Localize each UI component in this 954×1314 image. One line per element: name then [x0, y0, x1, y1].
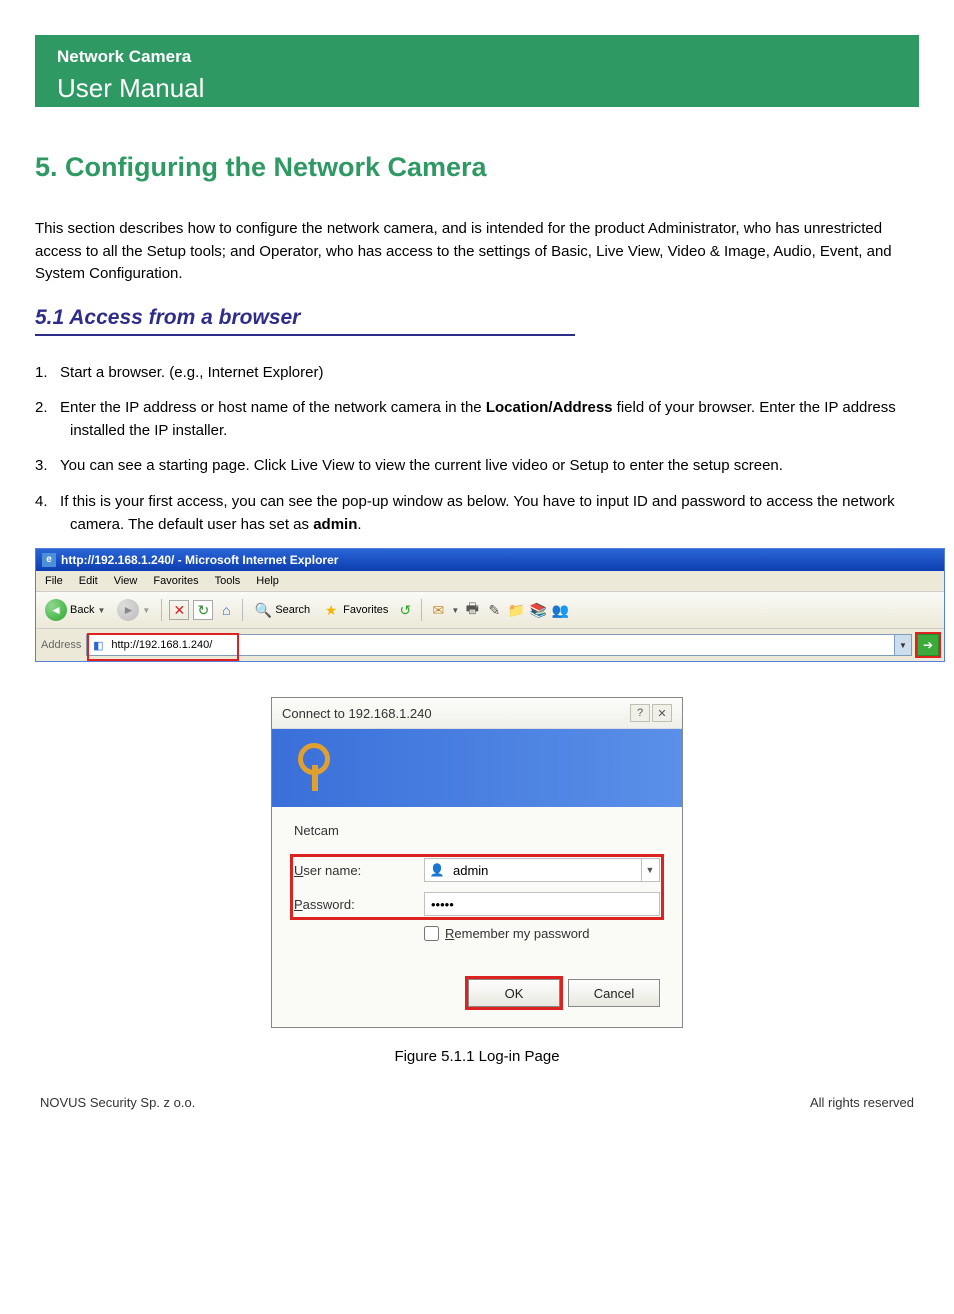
username-combo[interactable]: 👤 ▼	[424, 858, 660, 882]
print-icon[interactable]: 🖶	[463, 601, 481, 619]
go-button[interactable]: ➔	[917, 634, 939, 656]
footer-left: NOVUS Security Sp. z o.o.	[40, 1095, 195, 1110]
menu-edit[interactable]: Edit	[75, 573, 102, 589]
username-label: User name:	[294, 863, 424, 878]
footer-right: All rights reserved	[810, 1095, 914, 1110]
refresh-icon[interactable]: ↻	[193, 600, 213, 620]
banner-bottom: User Manual	[57, 73, 897, 104]
browser-title-bar: e http://192.168.1.240/ - Microsoft Inte…	[36, 549, 944, 571]
menu-favorites[interactable]: Favorites	[149, 573, 202, 589]
username-row: User name: 👤 ▼	[294, 858, 660, 882]
menu-help[interactable]: Help	[252, 573, 283, 589]
step-num-3: 3.	[35, 457, 48, 474]
step-2-prefix: Enter the IP address or host name of the…	[60, 399, 486, 416]
back-button[interactable]: ◄ Back ▼	[41, 597, 109, 623]
search-icon: 🔍	[254, 601, 272, 619]
step-num-1: 1.	[35, 364, 48, 381]
username-input[interactable]	[451, 862, 641, 879]
dialog-body: Netcam User name: 👤 ▼ Password:	[272, 807, 682, 1027]
history-icon[interactable]: ↺	[396, 601, 414, 619]
go-highlight	[915, 632, 941, 658]
address-label: Address	[41, 639, 81, 651]
auth-dialog: Connect to 192.168.1.240 ? ✕ Netcam User…	[271, 697, 683, 1028]
mail-icon[interactable]: ✉	[429, 601, 447, 619]
chapter-title: 5. Configuring the Network Camera	[35, 152, 919, 183]
remember-label: Remember my password	[445, 926, 590, 941]
ok-label: OK	[505, 986, 524, 1001]
address-dropdown-icon[interactable]: ▼	[894, 635, 911, 655]
search-button[interactable]: 🔍 Search	[250, 599, 314, 621]
ok-button[interactable]: OK	[468, 979, 560, 1007]
dialog-title-bar: Connect to 192.168.1.240 ? ✕	[272, 698, 682, 729]
step-text-3: You can see a starting page. Click Live …	[60, 457, 783, 474]
help-button[interactable]: ?	[630, 704, 650, 722]
step-4-prefix: If this is your first access, you can se…	[60, 493, 895, 533]
mail-dropdown-icon: ▼	[451, 606, 459, 615]
forward-dropdown-icon: ▼	[142, 606, 150, 615]
menu-view[interactable]: View	[110, 573, 142, 589]
menu-tools[interactable]: Tools	[211, 573, 245, 589]
page-icon: ◧	[90, 637, 106, 653]
cancel-label: Cancel	[594, 986, 634, 1001]
step-4: 4. If this is your first access, you can…	[35, 490, 919, 537]
browser-title-text: http://192.168.1.240/ - Microsoft Intern…	[61, 553, 338, 567]
banner: Network Camera User Manual	[35, 35, 919, 107]
step-1: 1. Start a browser. (e.g., Internet Expl…	[35, 361, 919, 384]
forward-icon: ►	[117, 599, 139, 621]
toolbar-separator-2	[242, 599, 243, 621]
step-text-1: Start a browser. (e.g., Internet Explore…	[60, 364, 323, 381]
home-icon[interactable]: ⌂	[217, 601, 235, 619]
toolbar-separator	[161, 599, 162, 621]
folder-icon[interactable]: 📁	[507, 601, 525, 619]
footer: NOVUS Security Sp. z o.o. All rights res…	[35, 1095, 919, 1110]
username-dropdown-icon[interactable]: ▼	[641, 859, 658, 881]
dialog-buttons: OK Cancel	[294, 979, 660, 1007]
realm-label: Netcam	[294, 823, 660, 838]
figure-caption: Figure 5.1.1 Log-in Page	[35, 1048, 919, 1065]
back-label: Back	[70, 604, 94, 616]
intro-paragraph: This section describes how to configure …	[35, 218, 919, 286]
browser-screenshot: e http://192.168.1.240/ - Microsoft Inte…	[35, 548, 945, 662]
back-dropdown-icon: ▼	[97, 606, 105, 615]
person-icon: 👤	[429, 862, 445, 878]
password-label: Password:	[294, 897, 424, 912]
address-input[interactable]	[109, 638, 894, 652]
menu-file[interactable]: File	[41, 573, 67, 589]
search-label: Search	[275, 604, 310, 616]
star-icon: ★	[322, 601, 340, 619]
step-2: 2. Enter the IP address or host name of …	[35, 396, 919, 443]
dialog-banner	[272, 729, 682, 807]
step-num-4: 4.	[35, 493, 48, 510]
remember-checkbox[interactable]	[424, 926, 439, 941]
cancel-button[interactable]: Cancel	[568, 979, 660, 1007]
toolbar: ◄ Back ▼ ► ▼ ✕ ↻ ⌂ 🔍 Search ★ Favorites …	[36, 592, 944, 629]
favorites-button[interactable]: ★ Favorites	[318, 599, 392, 621]
research-icon[interactable]: 📚	[529, 601, 547, 619]
back-icon: ◄	[45, 599, 67, 621]
password-input[interactable]	[429, 896, 655, 913]
stop-icon[interactable]: ✕	[169, 600, 189, 620]
ie-icon: e	[42, 553, 56, 567]
step-4-suffix: .	[357, 516, 361, 533]
step-3: 3. You can see a starting page. Click Li…	[35, 454, 919, 477]
close-button[interactable]: ✕	[652, 704, 672, 722]
forward-button[interactable]: ► ▼	[113, 597, 154, 623]
step-2-bold: Location/Address	[486, 399, 613, 416]
banner-top: Network Camera	[57, 47, 897, 67]
favorites-label: Favorites	[343, 604, 388, 616]
edit-icon[interactable]: ✎	[485, 601, 503, 619]
password-field[interactable]	[424, 892, 660, 916]
password-row: Password:	[294, 892, 660, 916]
section-heading: 5.1 Access from a browser	[35, 306, 575, 336]
step-4-bold: admin	[313, 516, 357, 533]
address-bar: Address ◧ ▼ ➔	[36, 629, 944, 661]
keys-icon	[294, 743, 338, 793]
menu-bar: File Edit View Favorites Tools Help	[36, 571, 944, 592]
step-num-2: 2.	[35, 399, 48, 416]
messenger-icon[interactable]: 👥	[551, 601, 569, 619]
remember-row: Remember my password	[424, 926, 660, 941]
toolbar-separator-3	[421, 599, 422, 621]
dialog-title-text: Connect to 192.168.1.240	[282, 706, 432, 721]
address-field[interactable]: ◧ ▼	[86, 634, 912, 656]
